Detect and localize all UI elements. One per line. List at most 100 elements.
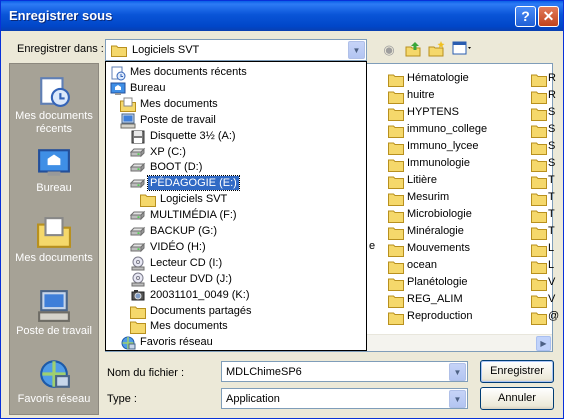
file-list-item-label: immuno_college: [407, 123, 488, 135]
close-button[interactable]: ✕: [538, 6, 559, 27]
dropdown-item[interactable]: VIDÉO (H:): [106, 239, 366, 255]
places-item-label: Poste de travail: [16, 325, 92, 337]
file-list-item-label: T: [548, 174, 555, 186]
drive-icon: [129, 240, 146, 254]
places-item-3[interactable]: Poste de travail: [10, 289, 98, 338]
places-item-2[interactable]: Mes documents: [10, 216, 98, 265]
file-list-item-label: S: [548, 157, 556, 169]
cd-drive-icon: [130, 272, 146, 287]
dropdown-item[interactable]: Mes documents récents: [106, 64, 366, 81]
file-list-item-label: R: [548, 72, 556, 84]
dropdown-item-label: Mes documents: [140, 97, 218, 110]
dropdown-item-label: Logiciels SVT: [160, 193, 228, 206]
up-folder-icon[interactable]: [403, 40, 423, 60]
save-in-dropdown-list[interactable]: Mes documents récents Bureau Mes documents…: [105, 61, 367, 351]
dropdown-item[interactable]: Mes documents: [106, 96, 366, 112]
file-list-item-label: @: [548, 310, 560, 322]
recent-documents-icon: [37, 74, 71, 108]
chevron-down-icon[interactable]: ▼: [449, 363, 466, 381]
folder-icon: [140, 192, 156, 208]
dropdown-item[interactable]: Lecteur CD (I:): [106, 255, 366, 271]
dropdown-item-label: BACKUP (G:): [150, 225, 218, 237]
file-list-item-label: V: [548, 276, 556, 288]
dropdown-item-label: MULTIMÉDIA (F:): [150, 209, 237, 222]
folder-icon: [130, 319, 146, 335]
file-list-item-label: REG_ALIM: [407, 293, 463, 305]
places-item-label: Favoris réseau: [17, 393, 91, 405]
title-bar[interactable]: Enregistrer sous ? ✕: [1, 1, 563, 31]
window-title: Enregistrer sous: [9, 8, 113, 23]
drive-icon: [129, 224, 146, 238]
places-item-1[interactable]: Bureau: [10, 146, 98, 195]
dropdown-item[interactable]: Poste de travail: [106, 112, 366, 129]
chevron-down-icon[interactable]: ▼: [449, 390, 466, 408]
file-list-item-label: Immunologie: [407, 157, 470, 169]
dropdown-item[interactable]: Bureau: [106, 80, 366, 96]
chevron-down-icon[interactable]: ▼: [348, 41, 365, 59]
dropdown-item-label: Favoris réseau: [140, 336, 213, 349]
scroll-right-icon[interactable]: ▶: [536, 336, 551, 351]
dropdown-item[interactable]: PÉDAGOGIE (E:): [106, 175, 366, 192]
dropdown-item[interactable]: Disquette 3½ (A:): [106, 128, 366, 144]
dropdown-item[interactable]: MULTIMÉDIA (F:): [106, 207, 366, 223]
back-icon[interactable]: ◉: [379, 40, 399, 60]
places-item-0[interactable]: Mes documents récents: [10, 74, 98, 136]
dropdown-item[interactable]: BOOT (D:): [106, 159, 366, 175]
save-as-dialog: Enregistrer sous ? ✕ Enregistrer dans : …: [0, 0, 564, 419]
dropdown-item-label: 20031101_0049 (K:): [150, 288, 250, 301]
folder-icon: [130, 304, 146, 319]
my-computer-icon: [37, 289, 71, 323]
view-menu-icon[interactable]: [451, 40, 475, 60]
dropdown-item-label: Disquette 3½ (A:): [150, 129, 236, 142]
folder-icon: [531, 310, 547, 329]
file-list-item-label: Microbiologie: [407, 208, 472, 220]
file-list-item-label: Minéralogie: [407, 225, 464, 237]
help-button[interactable]: ?: [515, 6, 536, 27]
my-computer-icon: [120, 113, 136, 129]
dropdown-item-label: Mes documents récents: [130, 66, 247, 78]
places-item-4[interactable]: Favoris réseau: [10, 357, 98, 406]
dropdown-item-label: PÉDAGOGIE (E:): [147, 175, 240, 192]
dropdown-item-label: Lecteur CD (I:): [150, 256, 223, 269]
file-list-item-label: HYPTENS: [407, 106, 459, 118]
save-in-label: Enregistrer dans :: [17, 43, 104, 55]
filename-field[interactable]: MDLChimeSP6 ▼: [221, 361, 468, 382]
file-list-partial-text: e: [369, 240, 376, 252]
file-list-item-label: Litière: [407, 174, 437, 186]
save-button[interactable]: Enregistrer: [480, 360, 554, 383]
dropdown-item-label: Lecteur DVD (J:): [150, 272, 232, 285]
places-item-label: Mes documents: [15, 252, 93, 264]
network-places-icon: [37, 357, 71, 391]
camera-drive-icon: [130, 288, 146, 302]
dropdown-item[interactable]: XP (C:): [106, 144, 366, 160]
dropdown-item[interactable]: Logiciels SVT: [106, 191, 366, 208]
dropdown-item[interactable]: Documents partagés: [106, 303, 366, 319]
drive-icon: [129, 208, 146, 222]
cancel-button[interactable]: Annuler: [480, 387, 554, 410]
drive-icon: [129, 145, 146, 159]
file-list-item-label: huitre: [407, 89, 435, 101]
dropdown-item-label: XP (C:): [150, 145, 186, 158]
new-folder-icon[interactable]: [427, 40, 447, 60]
dropdown-item[interactable]: BACKUP (G:): [106, 223, 366, 239]
places-item-label: Bureau: [36, 182, 72, 194]
drive-icon: [129, 176, 146, 190]
dropdown-item[interactable]: Mes documents: [106, 318, 366, 335]
file-list-item-label: L: [548, 242, 555, 254]
dropdown-item-label: Bureau: [130, 81, 166, 94]
file-list-item-label: Mouvements: [407, 242, 470, 254]
recent-documents-icon: [110, 65, 126, 81]
floppy-icon: [130, 129, 146, 144]
filename-label: Nom du fichier :: [107, 367, 185, 379]
file-list-item-label: V: [548, 293, 556, 305]
file-list-item-label: S: [548, 140, 556, 152]
places-item-label: Mes documents récents: [15, 110, 93, 135]
filetype-select[interactable]: Application ▼: [221, 388, 468, 409]
dropdown-item[interactable]: 20031101_0049 (K:): [106, 287, 366, 303]
folder-icon: [388, 310, 404, 329]
dropdown-item-label: VIDÉO (H:): [150, 240, 206, 253]
dropdown-item[interactable]: Favoris réseau: [106, 334, 366, 350]
dropdown-item[interactable]: Lecteur DVD (J:): [106, 271, 366, 287]
filetype-label: Type :: [107, 393, 137, 405]
save-in-combo[interactable]: Logiciels SVT ▼: [105, 39, 367, 61]
